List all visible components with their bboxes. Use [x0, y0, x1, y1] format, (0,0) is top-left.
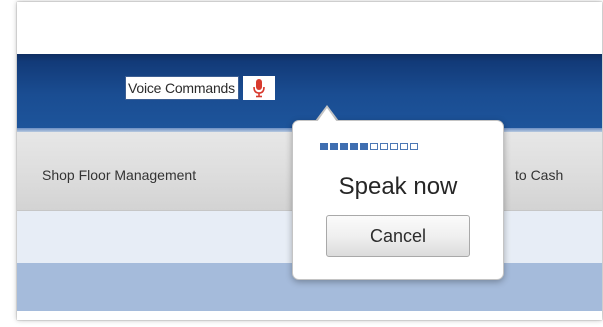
app-window: Voice Commands Shop Floor Management to … — [17, 2, 602, 320]
speak-now-prompt: Speak now — [338, 173, 458, 200]
audio-level-meter — [320, 143, 418, 150]
cancel-button[interactable]: Cancel — [326, 215, 470, 257]
level-segment — [410, 143, 418, 150]
voice-commands-label[interactable]: Voice Commands — [125, 76, 239, 100]
level-segment — [380, 143, 388, 150]
level-segment — [390, 143, 398, 150]
level-segment — [360, 143, 368, 150]
nav-item-to-cash[interactable]: to Cash — [515, 167, 563, 183]
top-margin — [17, 2, 602, 54]
nav-item-shop-floor-management[interactable]: Shop Floor Management — [42, 167, 196, 183]
voice-commands-field[interactable]: Voice Commands — [125, 76, 275, 100]
microphone-icon — [253, 79, 265, 98]
header-bar — [17, 54, 602, 128]
level-segment — [340, 143, 348, 150]
level-segment — [350, 143, 358, 150]
level-segment — [320, 143, 328, 150]
bottom-margin — [17, 311, 602, 320]
speech-popup: Speak now Cancel — [292, 120, 504, 280]
level-segment — [400, 143, 408, 150]
level-segment — [370, 143, 378, 150]
popup-pointer-fill — [317, 108, 337, 122]
level-segment — [330, 143, 338, 150]
microphone-button[interactable] — [242, 76, 275, 100]
